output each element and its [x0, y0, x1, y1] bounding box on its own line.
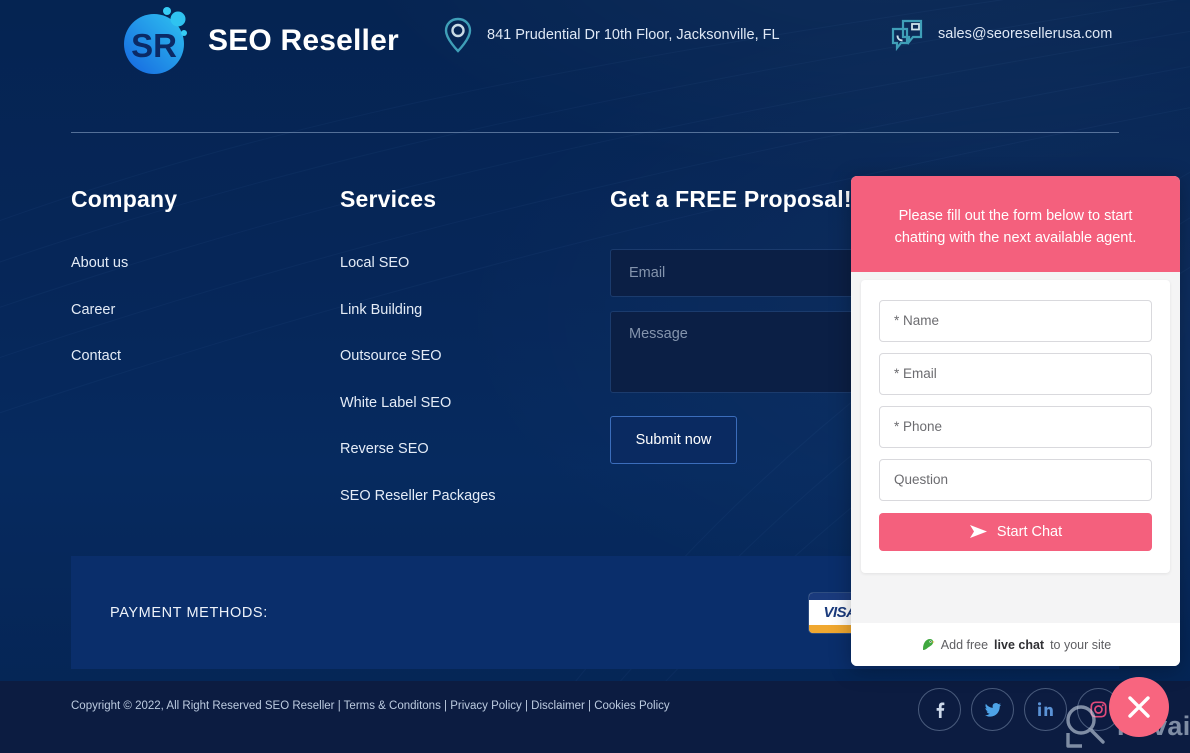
chat-mail-icon: [891, 19, 923, 51]
chat-question-input[interactable]: [879, 458, 1152, 501]
services-link-white-label-seo[interactable]: White Label SEO: [340, 395, 496, 411]
header-address[interactable]: 841 Prudential Dr 10th Floor, Jacksonvil…: [443, 17, 780, 53]
start-chat-label: Start Chat: [996, 523, 1063, 540]
twitter-icon[interactable]: [971, 688, 1014, 731]
chat-form-card: Start Chat: [861, 279, 1170, 573]
address-text: 841 Prudential Dr 10th Floor, Jacksonvil…: [487, 27, 780, 43]
chat-close-button[interactable]: [1109, 677, 1169, 737]
linkedin-icon[interactable]: [1024, 688, 1067, 731]
services-link-seo-reseller-packages[interactable]: SEO Reseller Packages: [340, 488, 496, 504]
social-links: [918, 688, 1120, 731]
svg-text:SR: SR: [131, 27, 177, 64]
parrot-icon: [922, 639, 935, 650]
company-heading: Company: [71, 186, 178, 212]
proposal-heading: Get a FREE Proposal!: [610, 186, 852, 212]
submit-now-button[interactable]: Submit now: [610, 416, 737, 464]
company-link-about[interactable]: About us: [71, 255, 128, 271]
header-email[interactable]: sales@seoresellerusa.com: [890, 17, 1112, 51]
live-chat-widget: Please fill out the form below to start …: [851, 176, 1180, 666]
page-root: SR SEO Reseller 841 Prudential Dr 10th F…: [0, 0, 1190, 753]
send-arrow-icon: [969, 525, 987, 539]
brand-name: SEO Reseller: [208, 24, 399, 57]
services-heading: Services: [340, 186, 437, 212]
chat-footer-post: to your site: [1050, 637, 1112, 652]
company-link-contact[interactable]: Contact: [71, 348, 128, 364]
company-links: About us Career Contact: [71, 255, 128, 395]
services-links: Local SEO Link Building Outsource SEO Wh…: [340, 255, 496, 534]
header-divider: [71, 132, 1119, 133]
services-link-outsource-seo[interactable]: Outsource SEO: [340, 348, 496, 364]
email-text: sales@seoresellerusa.com: [938, 26, 1113, 42]
chat-name-input[interactable]: [879, 299, 1152, 342]
chat-footer-pre: Add free: [940, 637, 989, 652]
sr-logo-icon: SR: [124, 7, 187, 74]
services-link-local-seo[interactable]: Local SEO: [340, 255, 496, 271]
chat-widget-footer[interactable]: Add free live chat to your site: [851, 623, 1180, 666]
copyright-text: Copyright © 2022, All Right Reserved SEO…: [71, 700, 670, 712]
company-link-career[interactable]: Career: [71, 302, 128, 318]
map-pin-icon: [444, 17, 472, 53]
brand-logo[interactable]: SR SEO Reseller: [118, 2, 399, 80]
facebook-icon[interactable]: [918, 688, 961, 731]
services-link-reverse-seo[interactable]: Reverse SEO: [340, 441, 496, 457]
chat-phone-input[interactable]: [879, 405, 1152, 448]
payment-methods-label: PAYMENT METHODS:: [110, 604, 268, 621]
close-x-icon: [1128, 696, 1150, 718]
services-link-link-building[interactable]: Link Building: [340, 302, 496, 318]
chat-footer-bold: live chat: [994, 637, 1045, 652]
chat-email-input[interactable]: [879, 352, 1152, 395]
chat-widget-header: Please fill out the form below to start …: [851, 176, 1180, 272]
site-header: SR SEO Reseller 841 Prudential Dr 10th F…: [0, 0, 1190, 100]
chat-header-text: Please fill out the form below to start …: [894, 208, 1137, 247]
start-chat-button[interactable]: Start Chat: [879, 512, 1152, 551]
